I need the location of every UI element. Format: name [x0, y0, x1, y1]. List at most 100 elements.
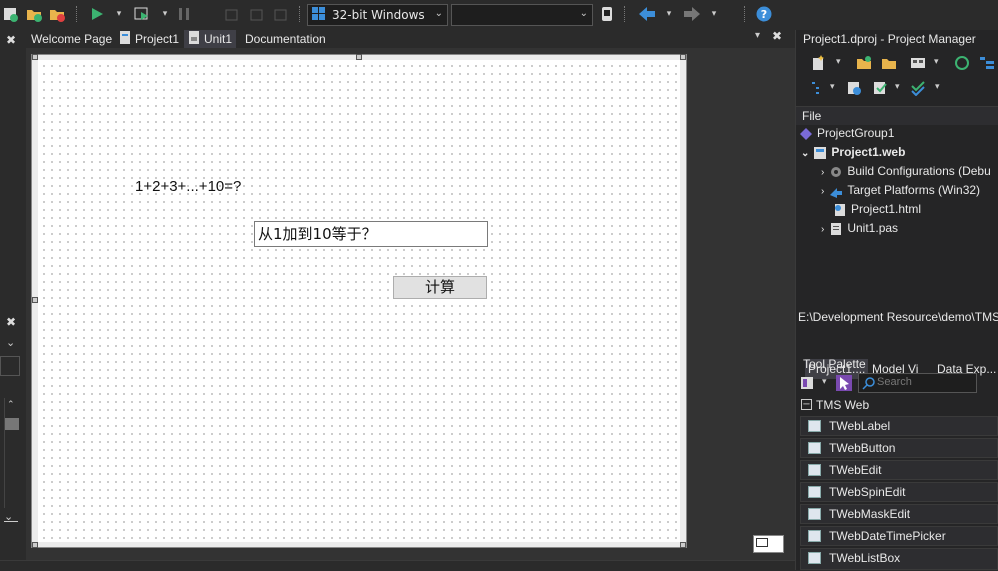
- palette-item-twebListBox[interactable]: TWebListBox: [800, 548, 998, 570]
- editor-tab-bar: Welcome Page Project1 Unit1 Documentatio…: [26, 29, 795, 49]
- trace-into-icon[interactable]: [248, 5, 266, 23]
- tree-item-project1-web[interactable]: ⌄ Project1.web: [801, 143, 905, 162]
- check-dropdown-icon[interactable]: ▾: [895, 82, 900, 92]
- chevron-right-icon: ›: [821, 224, 825, 235]
- switch-device-icon[interactable]: [598, 5, 616, 23]
- palette-category-tms-web[interactable]: − TMS Web: [800, 398, 998, 417]
- chevron-right-icon: ›: [821, 186, 825, 197]
- resize-handle[interactable]: [680, 542, 686, 548]
- build-icon[interactable]: [846, 80, 862, 99]
- open-project-icon[interactable]: [2, 5, 20, 23]
- resize-handle[interactable]: [32, 542, 38, 548]
- run-icon[interactable]: [88, 5, 106, 23]
- run-without-debugging-icon[interactable]: [133, 5, 151, 23]
- back-dropdown-icon[interactable]: ▾: [660, 5, 678, 23]
- pause-icon[interactable]: [175, 5, 193, 23]
- left-scrollbar[interactable]: ⌃: [4, 398, 19, 508]
- tree-item-project-group[interactable]: ProjectGroup1: [799, 124, 894, 143]
- svg-text:?: ?: [761, 8, 767, 21]
- scrollbar-thumb[interactable]: [5, 418, 19, 430]
- platform-select[interactable]: 32-bit Windows ⌄: [307, 4, 448, 26]
- gear-icon: [829, 165, 843, 179]
- help-icon[interactable]: ?: [755, 5, 773, 23]
- sync-icon[interactable]: [954, 55, 970, 74]
- form-client-area[interactable]: [38, 60, 680, 542]
- chevron-up-icon[interactable]: ⌃: [7, 400, 15, 410]
- tab-unit1[interactable]: Unit1: [184, 30, 237, 49]
- palette-item-twebMaskEdit[interactable]: TWebMaskEdit: [800, 504, 998, 524]
- palette-item-twebSpinEdit[interactable]: TWebSpinEdit: [800, 482, 998, 502]
- tree-item-target-platforms[interactable]: › Target Platforms (Win32): [821, 181, 980, 200]
- form-preview-icon[interactable]: [753, 535, 784, 553]
- tab-welcome-page[interactable]: Welcome Page: [31, 30, 112, 48]
- close-icon[interactable]: ✖: [772, 29, 782, 43]
- expand-all-icon[interactable]: [979, 55, 995, 74]
- tree-item-unit1-pas[interactable]: › Unit1.pas: [821, 219, 898, 238]
- search-icon: [862, 376, 876, 393]
- remove-from-project-icon[interactable]: [48, 5, 66, 23]
- palette-item-twebLabel[interactable]: TWebLabel: [800, 416, 998, 436]
- toolbar-separator: [76, 6, 79, 22]
- tree-item-build-configurations[interactable]: › Build Configurations (Debu: [821, 162, 991, 181]
- build-all-dropdown-icon[interactable]: ▾: [935, 82, 940, 92]
- chevron-down-icon: ⌄: [801, 148, 810, 159]
- resize-handle[interactable]: [32, 297, 38, 303]
- palette-item-label: TWebDateTimePicker: [829, 529, 946, 543]
- new-item-icon[interactable]: [811, 55, 827, 74]
- palette-component-icon[interactable]: [800, 375, 816, 394]
- toolbar-separator: [744, 6, 747, 22]
- new-item-dropdown-icon[interactable]: ▾: [836, 57, 841, 67]
- palette-item-label: TWebLabel: [829, 419, 891, 433]
- build-all-icon[interactable]: [911, 80, 927, 99]
- chevron-down-icon: ⌄: [434, 8, 443, 19]
- palette-search-input[interactable]: Search: [858, 373, 977, 393]
- tab-list-dropdown-icon[interactable]: ▾: [755, 30, 760, 41]
- forward-arrow-icon[interactable]: [683, 5, 701, 23]
- left-panel-input[interactable]: [0, 356, 20, 376]
- check-icon[interactable]: [872, 80, 888, 99]
- tree-item-label: Unit1.pas: [847, 221, 899, 235]
- palette-item-twebButton[interactable]: TWebButton: [800, 438, 998, 458]
- chevron-down-icon: ⌄: [579, 8, 588, 19]
- close-icon[interactable]: ✖: [6, 33, 16, 47]
- resize-handle[interactable]: [356, 54, 362, 60]
- resize-handle[interactable]: [680, 54, 686, 60]
- palette-item-twebDateTimePicker[interactable]: TWebDateTimePicker: [800, 526, 998, 546]
- unit-file-icon: [188, 30, 201, 49]
- tree-view-icon[interactable]: [811, 80, 827, 99]
- run-without-debugging-dropdown-icon[interactable]: ▾: [156, 5, 174, 23]
- tree-item-label: Target Platforms (Win32): [847, 183, 981, 197]
- run-dropdown-icon[interactable]: ▾: [110, 5, 128, 23]
- forward-dropdown-icon[interactable]: ▾: [705, 5, 723, 23]
- web-label[interactable]: 1+2+3+...+10=?: [135, 178, 241, 195]
- layout-icon[interactable]: [910, 55, 926, 74]
- tab-documentation[interactable]: Documentation: [245, 30, 326, 48]
- status-bar: [0, 560, 795, 571]
- main-toolbar: ▾ ▾ 32-bit Windows ⌄ ⌄ ▾ ▾ ?: [0, 0, 795, 30]
- collapse-icon[interactable]: −: [801, 399, 812, 410]
- layout-dropdown-icon[interactable]: ▾: [934, 57, 939, 67]
- file-header-label: File: [802, 109, 822, 123]
- tree-view-dropdown-icon[interactable]: ▾: [830, 82, 835, 92]
- web-button[interactable]: 计算: [393, 276, 487, 299]
- palette-item-label: TWebListBox: [829, 551, 901, 565]
- tool-palette-title: Tool Palette: [803, 357, 866, 371]
- open-folder-icon[interactable]: [881, 55, 897, 74]
- run-until-return-icon[interactable]: [272, 5, 290, 23]
- chevron-down-icon[interactable]: ⌄: [6, 336, 15, 349]
- add-to-project-icon[interactable]: [25, 5, 43, 23]
- step-over-icon[interactable]: [223, 5, 241, 23]
- tab-project1[interactable]: Project1: [119, 30, 179, 48]
- close-icon[interactable]: ✖: [6, 315, 16, 329]
- resize-handle[interactable]: [32, 54, 38, 60]
- palette-dropdown-icon[interactable]: ▾: [822, 377, 827, 387]
- add-folder-icon[interactable]: [856, 55, 872, 74]
- palette-item-twebEdit[interactable]: TWebEdit: [800, 460, 998, 480]
- file-column-header: File: [796, 106, 998, 125]
- configuration-select[interactable]: ⌄: [451, 4, 593, 26]
- chevron-right-icon: ›: [821, 167, 825, 178]
- tree-item-project1-html[interactable]: Project1.html: [833, 200, 921, 219]
- web-edit[interactable]: 从1加到10等于？: [254, 221, 488, 247]
- back-arrow-icon[interactable]: [638, 5, 656, 23]
- pointer-icon[interactable]: [836, 375, 852, 391]
